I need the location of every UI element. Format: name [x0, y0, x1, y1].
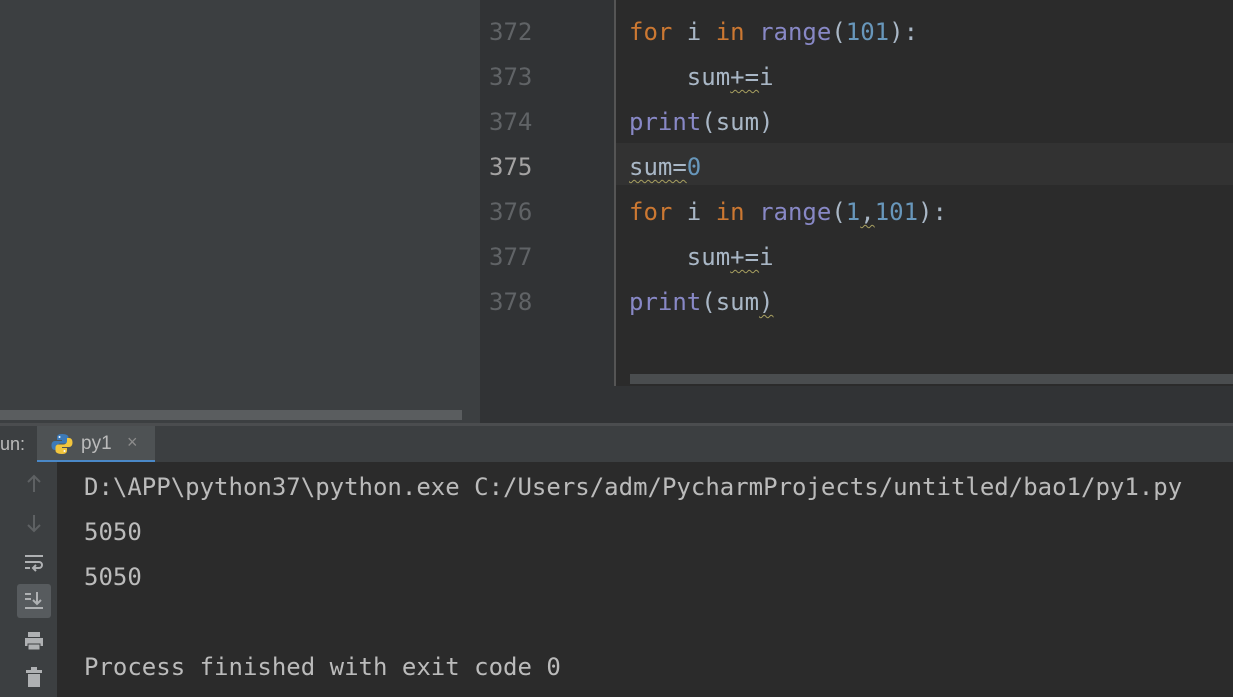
run-tool-window: D:\APP\python37\python.exe C:/Users/adm/… — [0, 462, 1233, 697]
code-line[interactable]: sum=0 — [629, 153, 701, 181]
code-token: in — [715, 18, 745, 46]
code-line[interactable]: for i in range(1,101): — [629, 198, 947, 226]
console-line-command: D:\APP\python37\python.exe C:/Users/adm/… — [84, 473, 1183, 501]
code-line[interactable]: sum+=i — [629, 243, 774, 271]
code-token: in — [715, 198, 745, 226]
caret-line-highlight — [616, 143, 1233, 185]
line-number: 377 — [489, 243, 533, 271]
code-token: range — [759, 198, 832, 226]
code-token: i — [759, 63, 774, 91]
code-token: += — [730, 63, 760, 91]
code-token: (sum — [701, 288, 760, 316]
code-token: i — [672, 198, 716, 226]
code-token: ): — [889, 18, 919, 46]
code-token: sum= — [629, 153, 687, 181]
code-line[interactable]: print(sum) — [629, 108, 774, 136]
soft-wrap-icon[interactable] — [17, 546, 51, 580]
code-line[interactable]: sum+=i — [629, 63, 774, 91]
code-token: range — [759, 18, 832, 46]
code-token: ) — [759, 288, 774, 316]
line-number: 372 — [489, 18, 533, 46]
code-token: sum — [629, 243, 731, 271]
line-number-gutter: 372 373 374 375 376 377 378 — [480, 0, 615, 386]
editor-hscroll-thumb[interactable] — [630, 374, 1233, 384]
code-token: print — [629, 108, 702, 136]
code-token: print — [629, 288, 702, 316]
project-hscroll-thumb[interactable] — [0, 410, 462, 420]
toolbar-divider — [57, 462, 58, 697]
console-line-output: 5050 — [84, 563, 142, 591]
console-line-output: 5050 — [84, 518, 142, 546]
console-line-exit: Process finished with exit code 0 — [84, 653, 561, 681]
line-number: 373 — [489, 63, 533, 91]
run-label: un: — [0, 434, 26, 454]
code-token: 101 — [874, 198, 919, 226]
line-number: 374 — [489, 108, 533, 136]
python-icon — [51, 434, 73, 454]
close-icon[interactable]: × — [127, 432, 138, 453]
code-token: 1 — [845, 198, 861, 226]
code-token: for — [629, 198, 673, 226]
line-number: 375 — [489, 153, 533, 181]
code-token: ( — [831, 18, 846, 46]
code-line[interactable]: for i in range(101): — [629, 18, 918, 46]
line-number: 376 — [489, 198, 533, 226]
gutter-border — [614, 0, 616, 386]
code-token: (sum) — [701, 108, 774, 136]
code-editor[interactable]: 372 373 374 375 376 377 378 for i in range(101… — [480, 0, 1233, 423]
code-line[interactable]: print(sum) — [629, 288, 774, 316]
code-token: , — [860, 198, 875, 226]
code-token: ): — [918, 198, 947, 226]
code-token: for — [629, 18, 673, 46]
scroll-to-end-icon[interactable] — [17, 584, 51, 618]
code-token: i — [672, 18, 716, 46]
run-toolbar — [0, 462, 57, 697]
print-icon[interactable] — [17, 624, 51, 658]
code-token: += — [730, 243, 760, 271]
run-tab-py1[interactable]: py1 × — [37, 426, 155, 462]
editor-bottom-bar — [480, 386, 1233, 423]
code-token: i — [759, 243, 774, 271]
project-panel — [0, 0, 480, 423]
code-token: sum — [629, 63, 731, 91]
arrow-down-icon[interactable] — [17, 506, 51, 540]
trash-icon[interactable] — [17, 660, 51, 694]
code-token: 0 — [686, 153, 702, 181]
run-tab-label: py1 — [81, 433, 112, 454]
arrow-up-icon[interactable] — [17, 467, 51, 501]
run-tool-window-header: un: py1 × — [0, 426, 1233, 462]
code-token: ( — [831, 198, 846, 226]
line-number: 378 — [489, 288, 533, 316]
code-token: 101 — [845, 18, 890, 46]
